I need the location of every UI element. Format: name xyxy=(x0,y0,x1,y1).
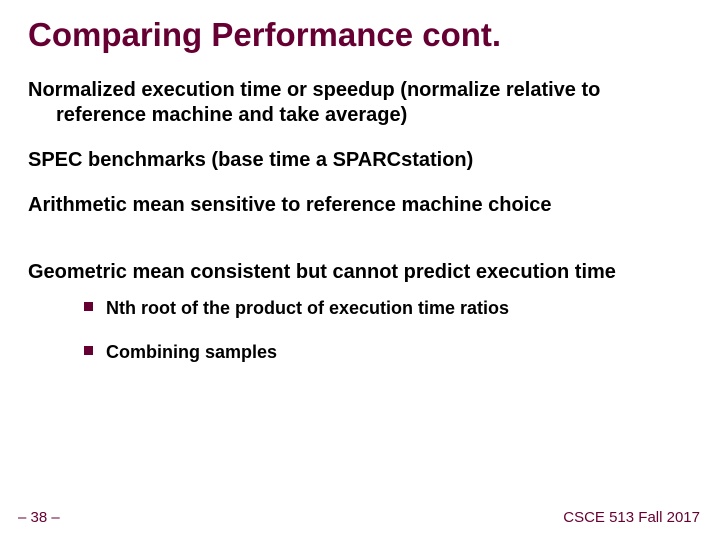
slide-title: Comparing Performance cont. xyxy=(28,16,692,54)
course-footer: CSCE 513 Fall 2017 xyxy=(563,509,700,526)
body-point: SPEC benchmarks (base time a SPARCstatio… xyxy=(28,148,692,173)
page-number: – 38 – xyxy=(18,509,60,526)
body-point: Geometric mean consistent but cannot pre… xyxy=(28,260,692,285)
body-point: Arithmetic mean sensitive to reference m… xyxy=(28,193,692,218)
sub-bullet-item: Combining samples xyxy=(106,341,692,364)
body-point: Normalized execution time or speedup (no… xyxy=(28,78,692,128)
slide: Comparing Performance cont. Normalized e… xyxy=(0,0,720,540)
sub-bullet-list: Nth root of the product of execution tim… xyxy=(28,297,692,364)
sub-bullet-item: Nth root of the product of execution tim… xyxy=(106,297,692,320)
spacer xyxy=(28,238,692,260)
